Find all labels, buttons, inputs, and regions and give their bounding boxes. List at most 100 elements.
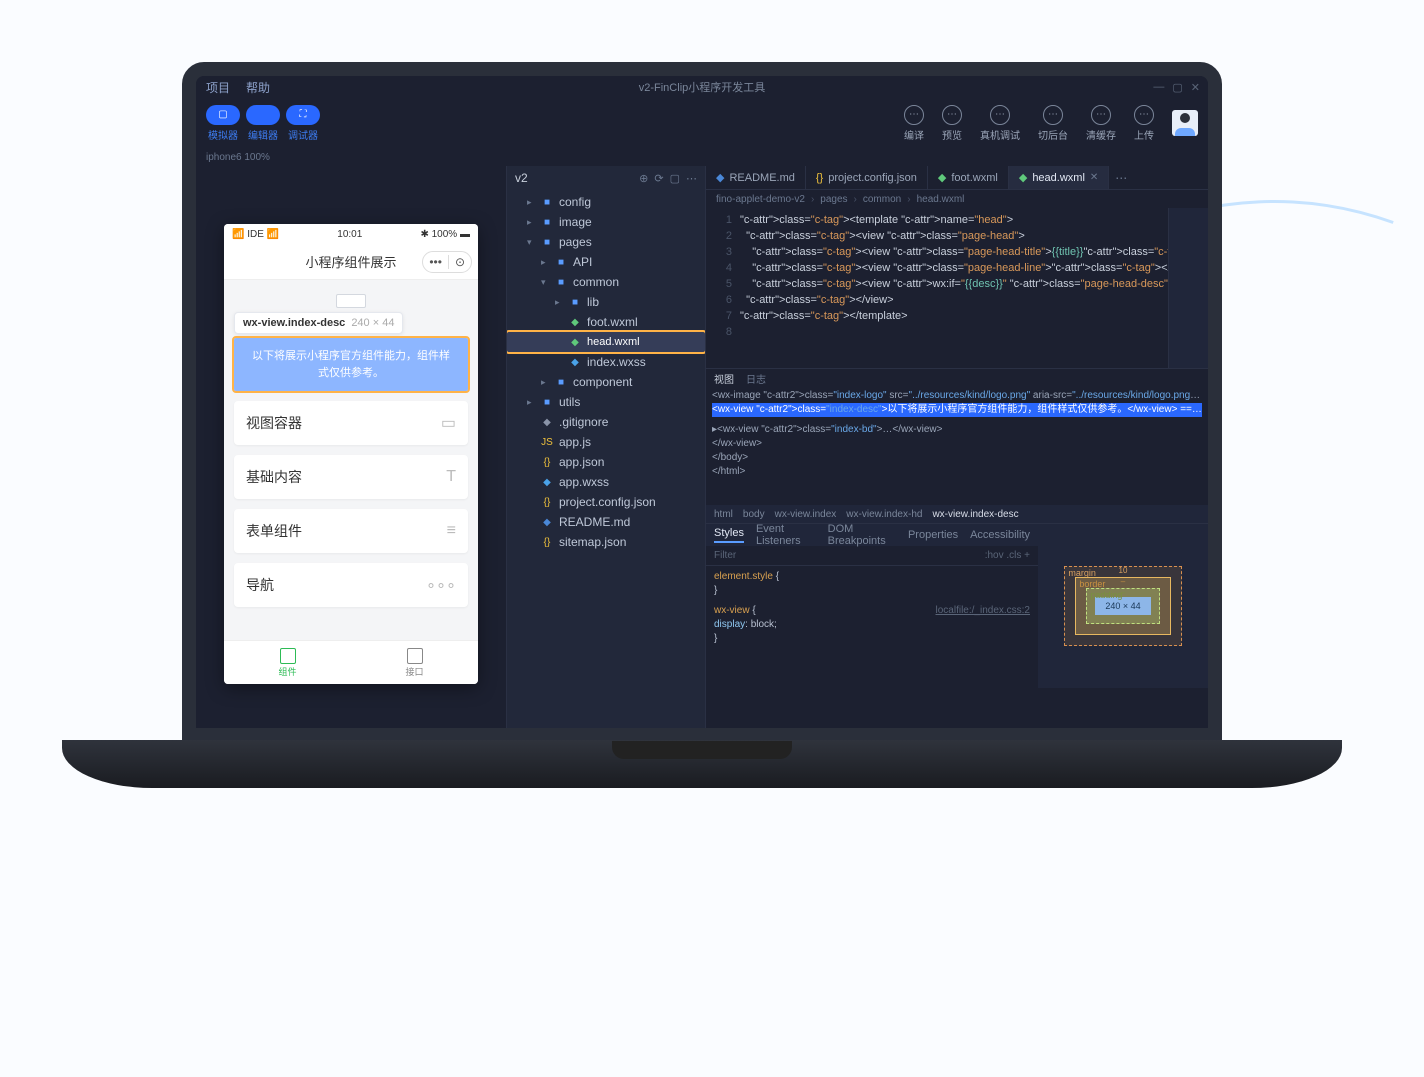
tree-head-icon[interactable]: ⟳ [654, 172, 663, 185]
tree-node[interactable]: {}project.config.json [507, 492, 705, 512]
toolbar-pill[interactable]: ▢ [206, 105, 240, 125]
styles-filter[interactable]: Filter [714, 550, 736, 561]
dt-tab-log[interactable]: 日志 [746, 371, 766, 386]
menu-help[interactable]: 帮助 [246, 79, 270, 96]
tree-node[interactable]: ▸■utils [507, 392, 705, 412]
tree-node[interactable]: ▸■API [507, 252, 705, 272]
tree-node[interactable]: ▸■lib [507, 292, 705, 312]
win-max-icon[interactable]: ▢ [1172, 81, 1182, 94]
inspect-tooltip: wx-view.index-desc240 × 44 [234, 312, 403, 334]
window-title: v2-FinClip小程序开发工具 [639, 79, 766, 95]
editor-tab[interactable]: ◆head.wxml✕ [1009, 166, 1109, 189]
toolbar-action[interactable]: ⋯预览 [942, 105, 962, 142]
simulator-pane: 📶 IDE 📶 10:01 ✱ 100% ▬ 小程序组件展示 ••• ⊙ [196, 166, 506, 728]
editor-tab[interactable]: {}project.config.json [806, 166, 928, 189]
file-icon: ◆ [938, 171, 946, 184]
device-zoom[interactable]: 100% [244, 152, 270, 163]
list-item[interactable]: 表单组件≡ [234, 509, 468, 553]
tree-node[interactable]: ◆head.wxml [507, 332, 705, 352]
dom-line[interactable]: </wx-view> [712, 437, 1202, 451]
breadcrumb-item[interactable]: fino-applet-demo-v2 [716, 194, 805, 205]
logo-placeholder [336, 294, 366, 308]
editor-tab[interactable]: ◆foot.wxml [928, 166, 1009, 189]
toolbar-pill[interactable]: ⛶ [286, 105, 320, 125]
breadcrumb-item[interactable]: common [863, 194, 901, 205]
tree-node[interactable]: JSapp.js [507, 432, 705, 452]
menubar: 项目 帮助 v2-FinClip小程序开发工具 — ▢ ✕ [196, 76, 1208, 98]
styles-tab[interactable]: Styles [714, 527, 744, 543]
tree-root[interactable]: v2 [515, 171, 528, 185]
tree-head-icon[interactable]: ⋯ [686, 172, 697, 185]
devtools: 视图 日志 <wx-image "c-attr2">class="index-l… [706, 368, 1208, 688]
dt-tab-view[interactable]: 视图 [714, 371, 734, 386]
tree-node[interactable]: ◆index.wxss [507, 352, 705, 372]
capsule-menu-icon[interactable]: ••• [423, 255, 448, 269]
tree-node[interactable]: ▸■config [507, 192, 705, 212]
status-time: 10:01 [337, 229, 362, 240]
breadcrumb-item[interactable]: pages [820, 194, 847, 205]
tabs-more-icon[interactable]: ⋯ [1109, 166, 1133, 189]
styles-filter-opts[interactable]: :hov .cls + [985, 550, 1030, 561]
menu-project[interactable]: 项目 [206, 79, 230, 96]
toolbar-action[interactable]: ⋯真机调试 [980, 105, 1020, 142]
editor-tab[interactable]: ◆README.md [706, 166, 806, 189]
breadcrumb-item[interactable]: head.wxml [917, 194, 965, 205]
toolbar-action[interactable]: ⋯编译 [904, 105, 924, 142]
status-carrier: 📶 IDE 📶 [232, 229, 279, 240]
card-icon: ▭ [441, 413, 456, 433]
styles-tab[interactable]: Event Listeners [756, 523, 816, 547]
tree-node[interactable]: ◆app.wxss [507, 472, 705, 492]
dom-line[interactable]: <wx-view "c-attr2">class="index-desc">以下… [712, 403, 1202, 417]
tree-head-icon[interactable]: ▢ [670, 172, 680, 185]
dom-crumb[interactable]: wx-view.index-hd [846, 509, 922, 520]
tree-node[interactable]: ◆foot.wxml [507, 312, 705, 332]
tree-head-icon[interactable]: ⊕ [639, 172, 648, 185]
dom-crumb[interactable]: html [714, 509, 733, 520]
card-icon: T [446, 468, 456, 486]
list-item[interactable]: 基础内容T [234, 455, 468, 499]
file-icon: ◆ [1019, 171, 1027, 184]
close-icon[interactable]: ✕ [1090, 172, 1098, 183]
toolbar: ▢模拟器编辑器⛶调试器 ⋯编译⋯预览⋯真机调试⋯切后台⋯清缓存⋯上传 [196, 98, 1208, 148]
dom-crumb[interactable]: wx-view.index-desc [932, 509, 1018, 520]
tree-node[interactable]: {}sitemap.json [507, 532, 705, 552]
toolbar-action[interactable]: ⋯清缓存 [1086, 105, 1116, 142]
dom-crumb[interactable]: wx-view.index [775, 509, 837, 520]
toolbar-action[interactable]: ⋯切后台 [1038, 105, 1068, 142]
win-close-icon[interactable]: ✕ [1191, 81, 1200, 94]
avatar[interactable] [1172, 110, 1198, 136]
win-min-icon[interactable]: — [1153, 81, 1164, 94]
device-name[interactable]: iphone6 [206, 152, 242, 163]
card-icon: ≡ [447, 522, 456, 540]
toolbar-pill[interactable] [246, 105, 280, 125]
dom-line[interactable]: ▸<wx-view "c-attr2">class="index-bd">…</… [712, 423, 1202, 437]
editor-pane: ◆README.md{}project.config.json◆foot.wxm… [706, 166, 1208, 728]
tree-node[interactable]: ▾■common [507, 272, 705, 292]
toolbar-action[interactable]: ⋯上传 [1134, 105, 1154, 142]
tree-node[interactable]: ▸■image [507, 212, 705, 232]
styles-tab[interactable]: Accessibility [970, 529, 1030, 541]
dom-line[interactable]: </body> [712, 451, 1202, 465]
tabbar-item[interactable]: 接口 [351, 641, 478, 684]
dom-line[interactable]: </html> [712, 465, 1202, 479]
capsule-close-icon[interactable]: ⊙ [448, 255, 471, 269]
status-battery: ✱ 100% ▬ [420, 229, 470, 240]
tree-node[interactable]: ▸■component [507, 372, 705, 392]
tree-node[interactable]: ▾■pages [507, 232, 705, 252]
tree-node[interactable]: ◆.gitignore [507, 412, 705, 432]
tree-node[interactable]: ◆README.md [507, 512, 705, 532]
file-icon: ◆ [716, 171, 724, 184]
styles-tab[interactable]: DOM Breakpoints [828, 523, 896, 547]
highlighted-element[interactable]: 以下将展示小程序官方组件能力，组件样式仅供参考。 [234, 338, 468, 391]
list-item[interactable]: 视图容器▭ [234, 401, 468, 445]
dom-line[interactable]: <wx-image "c-attr2">class="index-logo" s… [712, 389, 1202, 403]
ide-app: 项目 帮助 v2-FinClip小程序开发工具 — ▢ ✕ ▢模拟器编辑器⛶调试… [196, 76, 1208, 728]
tree-node[interactable]: {}app.json [507, 452, 705, 472]
phone-mock: 📶 IDE 📶 10:01 ✱ 100% ▬ 小程序组件展示 ••• ⊙ [224, 224, 478, 684]
box-model: margin 10 border – padding – 240 × 4 [1038, 524, 1208, 688]
dom-crumb[interactable]: body [743, 509, 765, 520]
tabbar-item[interactable]: 组件 [224, 641, 351, 684]
minimap[interactable] [1168, 208, 1208, 368]
styles-tab[interactable]: Properties [908, 529, 958, 541]
list-item[interactable]: 导航∘∘∘ [234, 563, 468, 607]
